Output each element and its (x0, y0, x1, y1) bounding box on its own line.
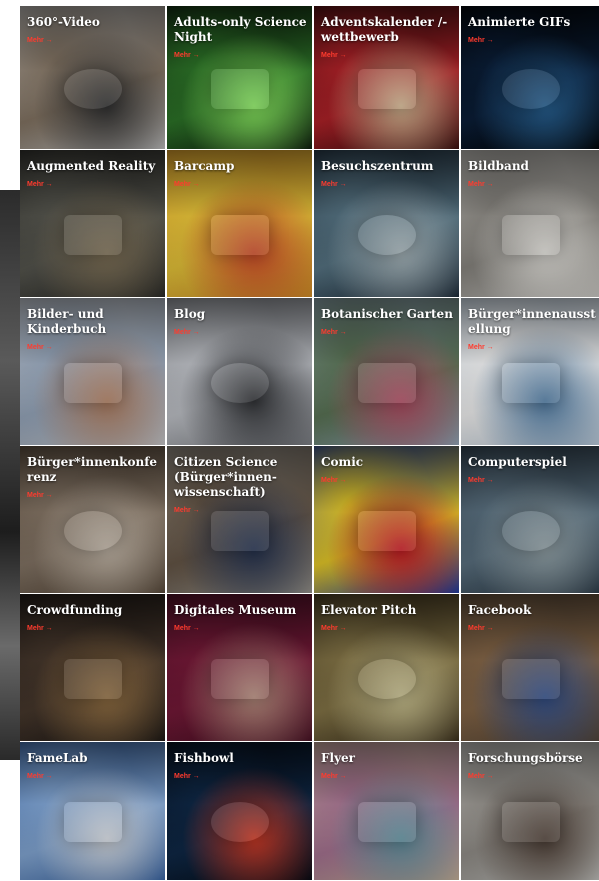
tile-augmented-reality[interactable]: Augmented Reality Mehr → (20, 150, 166, 298)
more-link[interactable]: Mehr → (468, 181, 494, 188)
tile-facebook[interactable]: Facebook Mehr → (461, 594, 599, 742)
more-link[interactable]: Mehr → (27, 625, 53, 632)
more-link[interactable]: Mehr → (27, 773, 53, 780)
format-grid: 360°-Video Mehr → Adults-only Science Nigh… (20, 6, 599, 881)
tile-title: Bürger*innenausstellung (468, 307, 596, 336)
tile-title: 360°-Video (27, 15, 100, 29)
more-link[interactable]: Mehr → (174, 773, 200, 780)
more-link[interactable]: Mehr → (468, 625, 494, 632)
tile-title: Augmented Reality (27, 159, 156, 173)
tile-flyer[interactable]: Flyer Mehr → (314, 742, 460, 881)
more-link[interactable]: Mehr → (321, 625, 347, 632)
more-link[interactable]: Mehr → (174, 507, 200, 514)
tile-title: Bilder- und Kinderbuch (27, 307, 107, 336)
tile-title: Besuchszentrum (321, 159, 434, 173)
tile-adventskalender-wettbewerb[interactable]: Adventskalender /-wettbewerb Mehr → (314, 6, 460, 150)
tile-title: Computerspiel (468, 455, 567, 469)
more-link[interactable]: Mehr → (174, 625, 200, 632)
more-link[interactable]: Mehr → (321, 181, 347, 188)
tile-title: Blog (174, 307, 206, 321)
tile-adults-only-science-night[interactable]: Adults-only Science Night Mehr → (167, 6, 313, 150)
tile-title: Adventskalender /-wettbewerb (321, 15, 448, 44)
tile-title: Crowdfunding (27, 603, 123, 617)
tile-elevator-pitch[interactable]: Elevator Pitch Mehr → (314, 594, 460, 742)
more-link[interactable]: Mehr → (468, 773, 494, 780)
tile-title: Citizen Science (Bürger*innen-wissenscha… (174, 455, 278, 499)
tile-bilder-und-kinderbuch[interactable]: Bilder- und Kinderbuch Mehr → (20, 298, 166, 446)
more-link[interactable]: Mehr → (321, 52, 347, 59)
tile-title: Bürger*innenkonferenz (27, 455, 158, 484)
tile-title: FameLab (27, 751, 88, 765)
tile-title: Barcamp (174, 159, 235, 173)
tile-title: Elevator Pitch (321, 603, 417, 617)
tile-crowdfunding[interactable]: Crowdfunding Mehr → (20, 594, 166, 742)
tile-animierte-gifs[interactable]: Animierte GIFs Mehr → (461, 6, 599, 150)
tile-title: Facebook (468, 603, 532, 617)
more-link[interactable]: Mehr → (27, 492, 53, 499)
more-link[interactable]: Mehr → (321, 477, 347, 484)
tile-b-rger-innenkonferenz[interactable]: Bürger*innenkonferenz Mehr → (20, 446, 166, 594)
tile-title: Forschungsbörse (468, 751, 583, 765)
background-side-image (0, 190, 20, 760)
tile-forschungsb-rse[interactable]: Forschungsbörse Mehr → (461, 742, 599, 881)
more-link[interactable]: Mehr → (27, 181, 53, 188)
more-link[interactable]: Mehr → (468, 344, 494, 351)
tile-botanischer-garten[interactable]: Botanischer Garten Mehr → (314, 298, 460, 446)
more-link[interactable]: Mehr → (174, 329, 200, 336)
more-link[interactable]: Mehr → (468, 37, 494, 44)
tile-computerspiel[interactable]: Computerspiel Mehr → (461, 446, 599, 594)
tile-title: Botanischer Garten (321, 307, 453, 321)
tile-citizen-science-b-rger-innen-wissenschaft[interactable]: Citizen Science (Bürger*innen-wissenscha… (167, 446, 313, 594)
more-link[interactable]: Mehr → (468, 477, 494, 484)
more-link[interactable]: Mehr → (174, 181, 200, 188)
tile-bildband[interactable]: Bildband Mehr → (461, 150, 599, 298)
tile-barcamp[interactable]: Barcamp Mehr → (167, 150, 313, 298)
more-link[interactable]: Mehr → (321, 329, 347, 336)
tile-b-rger-innenausstellung[interactable]: Bürger*innenausstellung Mehr → (461, 298, 599, 446)
more-link[interactable]: Mehr → (27, 344, 53, 351)
tile-title: Digitales Museum (174, 603, 297, 617)
tile-title: Flyer (321, 751, 356, 765)
more-link[interactable]: Mehr → (27, 37, 53, 44)
more-link[interactable]: Mehr → (174, 52, 200, 59)
tile-title: Comic (321, 455, 364, 469)
tile-title: Bildband (468, 159, 529, 173)
tile-title: Adults-only Science Night (174, 15, 307, 44)
tile-besuchszentrum[interactable]: Besuchszentrum Mehr → (314, 150, 460, 298)
tile-blog[interactable]: Blog Mehr → (167, 298, 313, 446)
more-link[interactable]: Mehr → (321, 773, 347, 780)
tile-fishbowl[interactable]: Fishbowl Mehr → (167, 742, 313, 881)
tile-famelab[interactable]: FameLab Mehr → (20, 742, 166, 881)
tile-digitales-museum[interactable]: Digitales Museum Mehr → (167, 594, 313, 742)
tile-title: Fishbowl (174, 751, 234, 765)
tile-comic[interactable]: Comic Mehr → (314, 446, 460, 594)
tile-360-video[interactable]: 360°-Video Mehr → (20, 6, 166, 150)
tile-title: Animierte GIFs (468, 15, 571, 29)
